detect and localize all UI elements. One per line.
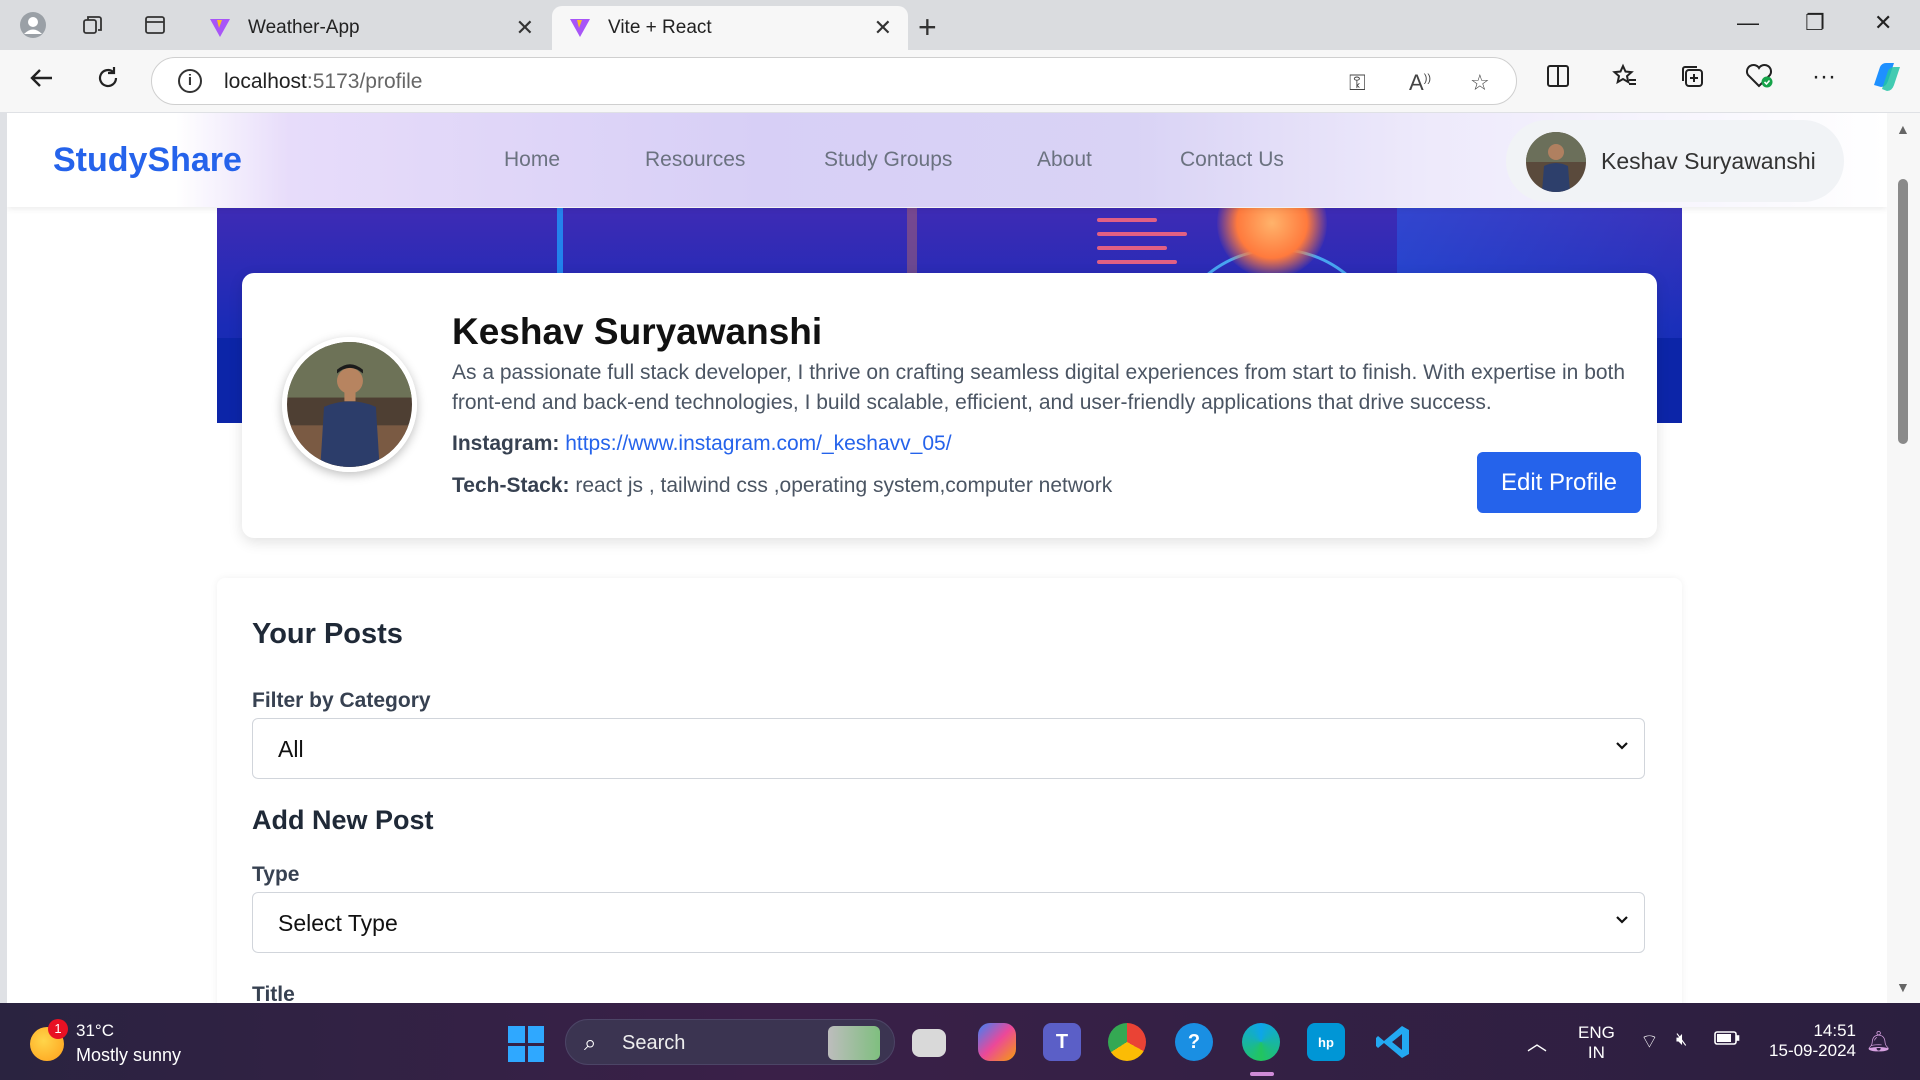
battery-icon[interactable] [1714, 1030, 1740, 1051]
vite-icon [570, 19, 590, 37]
file-explorer-icon[interactable] [912, 1029, 946, 1057]
search-placeholder: Search [622, 1032, 686, 1054]
scrollbar-thumb[interactable] [1898, 179, 1908, 444]
title-label: Title [252, 983, 295, 1003]
scroll-down-icon[interactable]: ▼ [1896, 979, 1910, 995]
nav-contact-us[interactable]: Contact Us [1180, 148, 1284, 172]
info-icon[interactable]: i [178, 69, 202, 93]
favorites-icon[interactable] [1612, 63, 1638, 96]
windows-taskbar: 1 31°C Mostly sunny ⌕ Search T ? hp ︿ EN… [0, 1003, 1920, 1080]
close-icon[interactable]: ✕ [516, 15, 534, 41]
myhp-icon[interactable]: hp [1307, 1023, 1345, 1061]
chevron-up-icon[interactable]: ︿ [1527, 1027, 1547, 1056]
avatar [1526, 132, 1586, 192]
close-window-icon[interactable]: ✕ [1874, 10, 1892, 36]
help-icon[interactable]: ? [1175, 1023, 1213, 1061]
tab-actions-icon[interactable] [140, 10, 170, 40]
nav-home[interactable]: Home [504, 148, 560, 172]
split-screen-icon[interactable] [1545, 63, 1571, 96]
restore-icon[interactable]: ❐ [1805, 10, 1825, 36]
workspaces-icon[interactable] [78, 10, 108, 40]
collections-icon[interactable] [1679, 63, 1705, 96]
copilot-icon[interactable] [1868, 61, 1902, 100]
edit-profile-button[interactable]: Edit Profile [1477, 452, 1641, 513]
wifi-icon[interactable]: ⌔ [1640, 1029, 1659, 1054]
back-icon[interactable] [28, 64, 56, 99]
clock[interactable]: 14:51 15-09-2024 [1760, 1021, 1856, 1061]
profile-name: Keshav Suryawanshi [452, 311, 823, 352]
tech-stack-value: react js , tailwind css ,operating syste… [575, 474, 1113, 497]
brand-logo[interactable]: StudyShare [53, 141, 242, 180]
tech-stack-row: Tech-Stack: react js , tailwind css ,ope… [452, 474, 1112, 498]
favorite-star-icon[interactable]: ☆ [1470, 70, 1490, 96]
profile-card: Keshav Suryawanshi As a passionate full … [242, 273, 1657, 538]
site-navbar: StudyShare Home Resources Study Groups A… [7, 113, 1887, 207]
vscode-icon[interactable] [1374, 1023, 1412, 1061]
active-app-indicator [1250, 1072, 1274, 1076]
page-scrollbar[interactable]: ▲ ▼ [1887, 113, 1920, 1003]
instagram-row: Instagram: https://www.instagram.com/_ke… [452, 432, 952, 456]
profile-icon[interactable] [18, 10, 48, 40]
edge-icon[interactable] [1242, 1023, 1280, 1061]
url-input[interactable]: i localhost:5173/profile ⚿ A)) ☆ [151, 57, 1517, 105]
instagram-label: Instagram: [452, 432, 560, 455]
instagram-link[interactable]: https://www.instagram.com/_keshavv_05/ [565, 432, 951, 455]
taskbar-search[interactable]: ⌕ Search [565, 1019, 895, 1065]
type-select[interactable]: Select Type [252, 892, 1645, 953]
close-icon[interactable]: ✕ [874, 15, 892, 41]
date: 15-09-2024 [1769, 1041, 1856, 1060]
muted-speaker-icon[interactable]: 🔇︎ [1676, 1029, 1687, 1050]
new-tab-icon[interactable]: + [918, 9, 937, 46]
copilot-app-icon[interactable] [978, 1023, 1016, 1061]
filter-category-label: Filter by Category [252, 689, 431, 712]
nav-resources[interactable]: Resources [645, 148, 745, 172]
type-value: Select Type [278, 910, 398, 936]
profile-avatar [282, 337, 417, 472]
tab-title: Weather-App [248, 17, 360, 38]
chrome-icon[interactable] [1108, 1023, 1146, 1061]
search-icon: ⌕ [584, 1030, 597, 1055]
url-text: localhost:5173/profile [224, 70, 423, 93]
time: 14:51 [1813, 1021, 1856, 1040]
tab-vite-react[interactable]: Vite + React ✕ [552, 6, 908, 50]
minimize-icon[interactable]: — [1737, 10, 1759, 36]
tab-weather-app[interactable]: Weather-App ✕ [192, 6, 550, 50]
windows-start-icon[interactable] [508, 1026, 544, 1062]
user-name: Keshav Suryawanshi [1601, 148, 1816, 174]
user-menu[interactable]: Keshav Suryawanshi [1506, 120, 1844, 202]
browser-essentials-icon[interactable] [1745, 63, 1773, 96]
refresh-icon[interactable] [94, 64, 122, 99]
tab-title: Vite + React [608, 17, 712, 38]
weather-temp: 31°C [76, 1021, 114, 1040]
page-viewport: StudyShare Home Resources Study Groups A… [7, 113, 1887, 1003]
chevron-down-icon [1614, 737, 1630, 758]
nav-about[interactable]: About [1037, 148, 1092, 172]
vite-icon [210, 19, 230, 37]
scroll-up-icon[interactable]: ▲ [1896, 121, 1910, 137]
add-post-heading: Add New Post [252, 805, 434, 835]
search-highlight-icon [828, 1026, 880, 1060]
type-label: Type [252, 863, 300, 886]
filter-category-select[interactable]: All [252, 718, 1645, 779]
read-aloud-icon[interactable]: A)) [1409, 70, 1431, 96]
profile-bio: As a passionate full stack developer, I … [452, 361, 1626, 414]
browser-tab-bar: Weather-App ✕ Vite + React ✕ + — ❐ ✕ [0, 0, 1920, 50]
filter-category-value: All [278, 736, 304, 762]
chevron-down-icon [1614, 911, 1630, 932]
notification-badge: 1 [48, 1019, 68, 1039]
notification-bell-icon[interactable]: 🔔︎ [1866, 1029, 1891, 1054]
teams-icon[interactable]: T [1043, 1023, 1081, 1061]
weather-desc: Mostly sunny [76, 1045, 182, 1065]
tech-stack-label: Tech-Stack: [452, 474, 570, 497]
more-icon[interactable]: ··· [1812, 63, 1836, 91]
nav-study-groups[interactable]: Study Groups [824, 148, 952, 172]
language-indicator[interactable]: ENG IN [1578, 1023, 1615, 1063]
your-posts-heading: Your Posts [252, 618, 403, 650]
password-key-icon[interactable]: ⚿ [1349, 70, 1366, 96]
posts-section: Your Posts Filter by Category All Add Ne… [217, 578, 1682, 1003]
